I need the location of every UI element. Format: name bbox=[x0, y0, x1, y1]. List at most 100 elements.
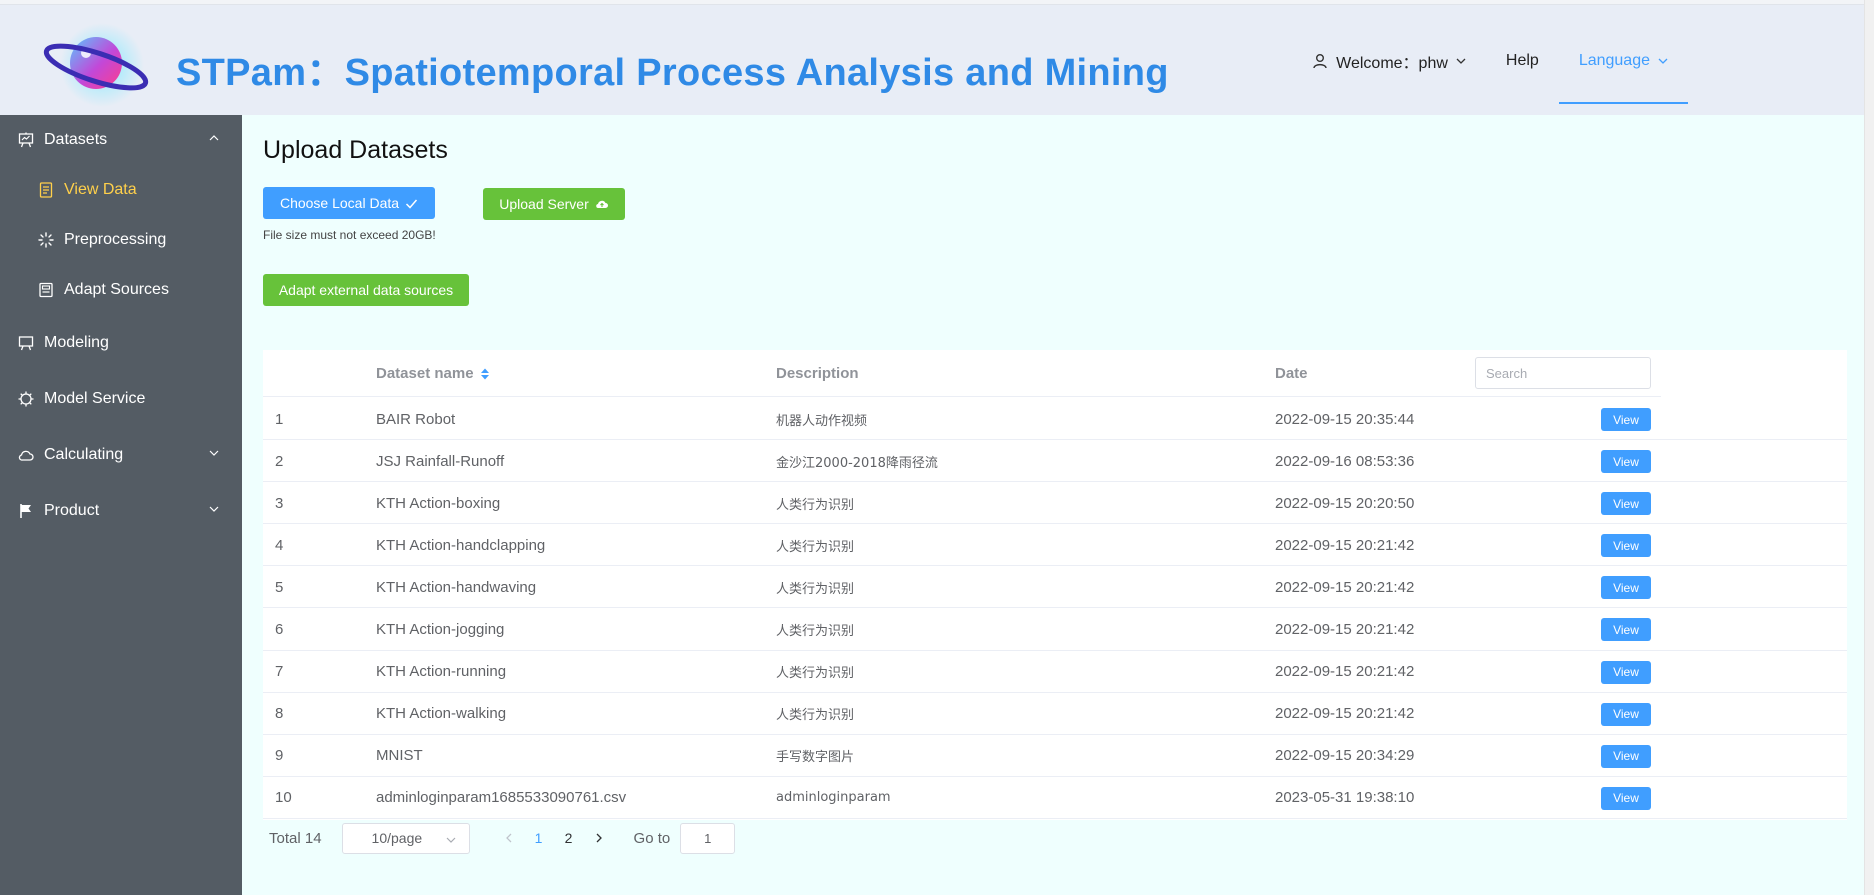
view-button[interactable]: View bbox=[1601, 744, 1651, 768]
button-label: Adapt external data sources bbox=[278, 282, 454, 298]
tickets-icon bbox=[38, 282, 54, 298]
sidebar-item-view-data[interactable]: View Data bbox=[0, 165, 242, 215]
file-size-hint: File size must not exceed 20GB! bbox=[263, 228, 436, 242]
view-button[interactable]: View bbox=[1601, 660, 1651, 684]
sidebar: Datasets View Data Preprocessing Adapt S… bbox=[0, 115, 242, 895]
dataset-name-cell: MNIST bbox=[376, 747, 423, 765]
row-index: 10 bbox=[275, 789, 292, 807]
adapt-external-sources-button[interactable]: Adapt external data sources bbox=[263, 274, 469, 306]
dataset-name-cell: adminloginparam1685533090761.csv bbox=[376, 789, 627, 807]
column-label: Dataset name bbox=[376, 365, 474, 382]
sidebar-item-label: Calculating bbox=[44, 446, 124, 463]
description-cell: 人类行为识别 bbox=[776, 708, 855, 724]
chevron-down-icon bbox=[445, 833, 457, 849]
flag-icon bbox=[18, 503, 34, 519]
top-nav: Welcome：phw Help Language bbox=[1292, 5, 1689, 116]
page-buttons: 1 2 bbox=[494, 823, 614, 854]
description-cell: 人类行为识别 bbox=[776, 539, 855, 555]
page-button-1[interactable]: 1 bbox=[524, 824, 554, 852]
goto-label: Go to bbox=[633, 829, 671, 847]
date-cell: 2022-09-15 20:21:42 bbox=[1275, 663, 1415, 681]
view-button[interactable]: View bbox=[1601, 618, 1651, 642]
welcome-text: Welcome：phw bbox=[1336, 54, 1448, 72]
view-button[interactable]: View bbox=[1601, 576, 1651, 600]
sidebar-item-model-service[interactable]: Model Service bbox=[0, 374, 242, 424]
sidebar-item-label: Preprocessing bbox=[64, 231, 167, 248]
description-cell: 人类行为识别 bbox=[776, 497, 855, 513]
language-label: Language bbox=[1578, 51, 1650, 69]
date-cell: 2022-09-15 20:21:42 bbox=[1275, 705, 1415, 723]
table-row: 1 BAIR Robot 机器人动作视频 2022-09-15 20:35:44 Vie… bbox=[263, 398, 1847, 441]
app: STPam：Spatiotemporal Process Analysis an… bbox=[0, 0, 1864, 895]
description-cell: 金沙江2000-2018降雨径流 bbox=[776, 455, 938, 471]
table-row: 10 adminloginparam1685533090761.csv adminl… bbox=[263, 777, 1847, 819]
search-input[interactable] bbox=[1475, 357, 1651, 389]
row-index: 7 bbox=[275, 663, 284, 681]
sidebar-item-preprocessing[interactable]: Preprocessing bbox=[0, 215, 242, 265]
description-cell: 机器人动作视频 bbox=[776, 413, 868, 429]
cloud-icon bbox=[18, 447, 34, 463]
goto-page-input[interactable] bbox=[680, 822, 736, 854]
dataset-name-cell: KTH Action-handclapping bbox=[376, 536, 546, 554]
sidebar-item-adapt-sources[interactable]: Adapt Sources bbox=[0, 265, 242, 315]
chevron-down-icon bbox=[1658, 56, 1668, 66]
description-cell: 手写数字图片 bbox=[776, 750, 855, 766]
view-button[interactable]: View bbox=[1601, 786, 1651, 810]
row-index: 3 bbox=[275, 494, 284, 512]
prev-page-button[interactable] bbox=[494, 824, 524, 852]
choose-local-data-button[interactable]: Choose Local Data bbox=[263, 187, 435, 219]
chevron-right-icon bbox=[596, 833, 602, 843]
row-index: 5 bbox=[275, 578, 284, 596]
view-button[interactable]: View bbox=[1601, 492, 1651, 516]
page-size-select[interactable]: 10/page bbox=[341, 822, 470, 854]
date-cell: 2022-09-16 08:53:36 bbox=[1275, 452, 1415, 470]
date-cell: 2022-09-15 20:20:50 bbox=[1275, 494, 1415, 512]
help-link[interactable]: Help bbox=[1486, 5, 1559, 116]
table-row: 9 MNIST 手写数字图片 2022-09-15 20:34:29 View bbox=[263, 735, 1847, 777]
table-row: 6 KTH Action-jogging 人类行为识别 2022-09-15 20:2… bbox=[263, 608, 1847, 651]
page-button-2[interactable]: 2 bbox=[554, 824, 584, 852]
upload-server-button[interactable]: Upload Server bbox=[483, 188, 625, 220]
app-title: STPam：Spatiotemporal Process Analysis an… bbox=[176, 52, 1169, 94]
check-icon bbox=[405, 197, 418, 210]
date-cell: 2023-05-31 19:38:10 bbox=[1275, 789, 1415, 807]
row-index: 2 bbox=[275, 452, 284, 470]
dataset-name-cell: BAIR Robot bbox=[376, 410, 456, 428]
next-page-button[interactable] bbox=[584, 824, 614, 852]
app-logo bbox=[40, 23, 158, 107]
description-cell: 人类行为识别 bbox=[776, 666, 855, 682]
row-index: 8 bbox=[275, 705, 284, 723]
sidebar-item-calculating[interactable]: Calculating bbox=[0, 430, 242, 480]
dataset-name-cell: JSJ Rainfall-Runoff bbox=[376, 452, 505, 470]
loading-icon bbox=[38, 232, 54, 248]
view-button[interactable]: View bbox=[1601, 534, 1651, 558]
pagination: Total 14 10/page 1 2 Go to bbox=[263, 820, 736, 856]
top-header: STPam：Spatiotemporal Process Analysis an… bbox=[0, 4, 1864, 115]
button-label: Choose Local Data bbox=[279, 195, 400, 211]
user-menu[interactable]: Welcome：phw bbox=[1292, 5, 1486, 116]
sidebar-item-product[interactable]: Product bbox=[0, 486, 242, 536]
description-cell: 人类行为识别 bbox=[776, 623, 855, 639]
document-icon bbox=[38, 182, 54, 198]
sidebar-item-modeling[interactable]: Modeling bbox=[0, 318, 242, 368]
sidebar-item-label: Product bbox=[44, 502, 100, 519]
view-button[interactable]: View bbox=[1601, 450, 1651, 474]
language-menu[interactable]: Language bbox=[1558, 5, 1689, 116]
view-button[interactable]: View bbox=[1601, 408, 1651, 431]
user-icon bbox=[1312, 53, 1328, 69]
view-button[interactable]: View bbox=[1601, 702, 1651, 726]
column-header-description: Description bbox=[776, 365, 859, 382]
dataset-name-cell: KTH Action-walking bbox=[376, 705, 507, 723]
page-size-value: 10/page bbox=[371, 830, 423, 846]
description-cell: 人类行为识别 bbox=[776, 581, 855, 597]
easel-icon bbox=[18, 132, 34, 148]
column-header-date: Date bbox=[1275, 365, 1308, 382]
column-header-name[interactable]: Dataset name bbox=[376, 350, 490, 397]
table-body: 1 BAIR Robot 机器人动作视频 2022-09-15 20:35:44 Vie… bbox=[263, 398, 1847, 819]
dataset-name-cell: KTH Action-handwaving bbox=[376, 578, 537, 596]
sort-icon[interactable] bbox=[480, 367, 490, 381]
sidebar-item-datasets[interactable]: Datasets bbox=[0, 115, 242, 165]
row-index: 9 bbox=[275, 747, 284, 765]
sidebar-item-label: Datasets bbox=[44, 131, 108, 148]
window-scrollbar[interactable] bbox=[1864, 0, 1874, 895]
